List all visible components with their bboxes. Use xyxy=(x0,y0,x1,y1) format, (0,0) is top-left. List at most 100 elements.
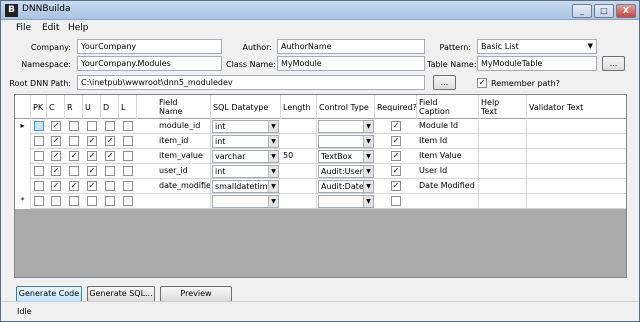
length-cell[interactable] xyxy=(281,134,317,149)
c-checkbox[interactable]: ✓ xyxy=(51,151,61,161)
u-checkbox[interactable]: ✓ xyxy=(87,136,97,146)
remember-path-checkbox[interactable]: ✓ xyxy=(477,78,487,88)
l-checkbox[interactable] xyxy=(123,166,133,176)
help-text-cell[interactable] xyxy=(479,194,527,209)
control-type-select[interactable]: Audit:Date ▼ xyxy=(318,180,374,193)
fields-grid[interactable]: PK C R U D L Field Name SQL Datatype Len… xyxy=(14,94,627,278)
caption-cell[interactable]: Item Id xyxy=(417,134,479,149)
close-button[interactable]: X xyxy=(616,4,636,18)
new-row[interactable]: * ▼ ▼ xyxy=(15,194,626,209)
l-checkbox[interactable] xyxy=(123,151,133,161)
required-checkbox[interactable]: ✓ xyxy=(391,151,401,161)
d-checkbox[interactable] xyxy=(105,196,115,206)
header-u[interactable]: U xyxy=(83,95,101,119)
r-checkbox[interactable] xyxy=(69,136,79,146)
menu-help[interactable]: Help xyxy=(68,23,89,33)
d-checkbox[interactable] xyxy=(105,166,115,176)
validator-text-cell[interactable] xyxy=(527,164,626,179)
header-length[interactable]: Length xyxy=(281,95,317,119)
menu-edit[interactable]: Edit xyxy=(42,23,59,33)
field-name-cell[interactable]: date_modified xyxy=(157,179,211,194)
header-required[interactable]: Required? xyxy=(375,95,417,119)
datatype-select[interactable]: ▼ xyxy=(212,195,279,208)
datatype-select[interactable]: int ▼ xyxy=(212,120,279,133)
table-row[interactable]: ✓ ✓ user_id int ▼ Audit:User ▼ ✓ User Id xyxy=(15,164,626,179)
r-checkbox[interactable]: ✓ xyxy=(69,181,79,191)
generate-sql-button[interactable]: Generate SQL... xyxy=(87,286,155,302)
l-checkbox[interactable] xyxy=(123,196,133,206)
l-checkbox[interactable] xyxy=(123,136,133,146)
required-checkbox[interactable]: ✓ xyxy=(391,121,401,131)
header-control-type[interactable]: Control Type xyxy=(317,95,375,119)
field-name-cell[interactable]: module_id xyxy=(157,119,211,134)
c-checkbox[interactable]: ✓ xyxy=(51,166,61,176)
control-type-select[interactable]: ▼ xyxy=(318,135,374,148)
header-field-name[interactable]: Field Name xyxy=(157,95,211,119)
d-checkbox[interactable] xyxy=(105,181,115,191)
browse-path-button[interactable]: ... xyxy=(433,75,456,90)
header-r[interactable]: R xyxy=(65,95,83,119)
row-marker[interactable] xyxy=(15,134,31,149)
length-cell[interactable] xyxy=(281,194,317,209)
header-sql-datatype[interactable]: SQL Datatype xyxy=(211,95,281,119)
l-checkbox[interactable] xyxy=(123,181,133,191)
pk-checkbox[interactable] xyxy=(34,166,44,176)
required-checkbox[interactable] xyxy=(391,196,401,206)
header-d[interactable]: D xyxy=(101,95,119,119)
c-checkbox[interactable]: ✓ xyxy=(51,181,61,191)
validator-text-cell[interactable] xyxy=(527,179,626,194)
d-checkbox[interactable]: ✓ xyxy=(105,151,115,161)
field-name-cell[interactable]: item_id xyxy=(157,134,211,149)
caption-cell[interactable]: Date Modified xyxy=(417,179,479,194)
length-cell[interactable] xyxy=(281,164,317,179)
pk-checkbox[interactable] xyxy=(34,181,44,191)
caption-cell[interactable]: Item Value xyxy=(417,149,479,164)
c-checkbox[interactable]: ✓ xyxy=(51,121,61,131)
validator-text-cell[interactable] xyxy=(527,149,626,164)
classname-field[interactable]: MyModule xyxy=(277,56,425,71)
u-checkbox[interactable]: ✓ xyxy=(87,151,97,161)
length-cell[interactable] xyxy=(281,179,317,194)
maximize-button[interactable]: □ xyxy=(594,4,614,18)
header-field-caption[interactable]: Field Caption xyxy=(417,95,479,119)
c-checkbox[interactable]: ✓ xyxy=(51,136,61,146)
field-name-cell[interactable] xyxy=(157,194,211,209)
validator-text-cell[interactable] xyxy=(527,194,626,209)
table-row[interactable]: ✓ ✓ ✓ date_modified smalldatetime ▼ Audit… xyxy=(15,179,626,194)
caption-cell[interactable] xyxy=(417,194,479,209)
datatype-select[interactable]: varchar ▼ xyxy=(212,150,279,163)
pattern-select[interactable]: Basic List ▼ xyxy=(477,39,597,54)
header-validator-text[interactable]: Validator Text xyxy=(527,95,626,119)
header-c[interactable]: C xyxy=(47,95,65,119)
length-cell[interactable]: 50 xyxy=(281,149,317,164)
u-checkbox[interactable] xyxy=(87,121,97,131)
field-name-cell[interactable]: item_value xyxy=(157,149,211,164)
caption-cell[interactable]: Module Id xyxy=(417,119,479,134)
r-checkbox[interactable]: ✓ xyxy=(69,151,79,161)
row-marker[interactable]: ▸ xyxy=(15,119,31,134)
generate-code-button[interactable]: Generate Code xyxy=(16,286,82,302)
row-marker[interactable] xyxy=(15,179,31,194)
table-row[interactable]: ▸ ✓ module_id int ▼ ▼ ✓ Module Id xyxy=(15,119,626,134)
control-type-select[interactable]: ▼ xyxy=(318,195,374,208)
help-text-cell[interactable] xyxy=(479,149,527,164)
c-checkbox[interactable] xyxy=(51,196,61,206)
new-row-marker[interactable]: * xyxy=(15,194,31,209)
menu-file[interactable]: File xyxy=(16,23,31,33)
rootpath-field[interactable]: C:\inetpub\wwwroot\dnn5_moduledev xyxy=(77,75,425,90)
control-type-select[interactable]: TextBox ▼ xyxy=(318,150,374,163)
d-checkbox[interactable] xyxy=(105,121,115,131)
field-name-cell[interactable]: user_id xyxy=(157,164,211,179)
preview-section-button[interactable]: Preview Section... xyxy=(160,286,232,311)
pk-checkbox[interactable] xyxy=(34,136,44,146)
required-checkbox[interactable]: ✓ xyxy=(391,166,401,176)
u-checkbox[interactable]: ✓ xyxy=(87,181,97,191)
caption-cell[interactable]: User Id xyxy=(417,164,479,179)
u-checkbox[interactable] xyxy=(87,196,97,206)
required-checkbox[interactable]: ✓ xyxy=(391,181,401,191)
required-checkbox[interactable]: ✓ xyxy=(391,136,401,146)
help-text-cell[interactable] xyxy=(479,119,527,134)
datatype-select[interactable]: smalldatetime ▼ xyxy=(212,180,279,193)
datatype-select[interactable]: int ▼ xyxy=(212,165,279,178)
r-checkbox[interactable] xyxy=(69,196,79,206)
